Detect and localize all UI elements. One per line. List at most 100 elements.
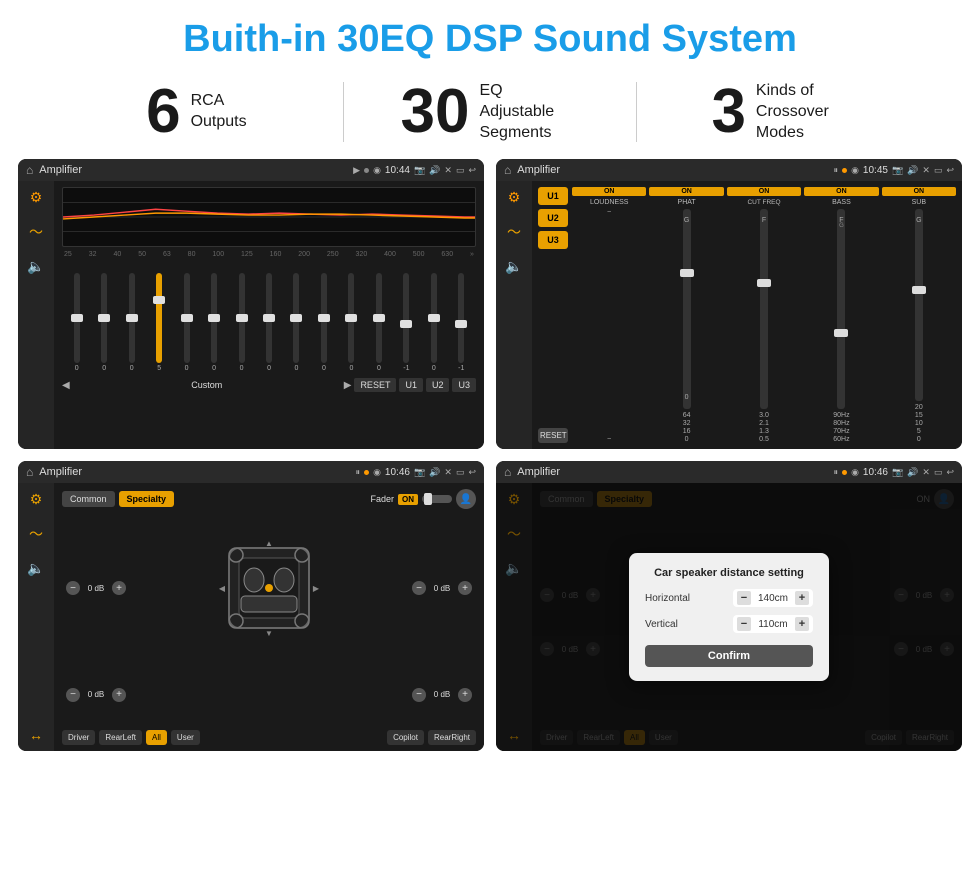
status-time-3: 10:46 — [385, 467, 410, 478]
btn-user-3[interactable]: User — [171, 730, 200, 745]
eq-u2-btn[interactable]: U2 — [426, 378, 450, 392]
db-plus-tl[interactable]: + — [112, 581, 126, 595]
close-icon-1: ✕ — [444, 165, 452, 176]
db-minus-bl[interactable]: − — [66, 688, 80, 702]
btn-rearleft-3[interactable]: RearLeft — [99, 730, 142, 745]
eq-u1-btn[interactable]: U1 — [399, 378, 423, 392]
eq-slider-8[interactable]: 0 — [284, 273, 309, 372]
sidebar-vol-icon-3[interactable]: 🔈 — [27, 560, 44, 577]
amp-ch-sub-toggle[interactable]: ON — [882, 187, 956, 196]
eq-reset-btn[interactable]: RESET — [354, 378, 396, 392]
profile-icon-3[interactable]: 👤 — [456, 489, 476, 509]
close-icon-2: ✕ — [922, 165, 930, 176]
tab-common-3[interactable]: Common — [62, 491, 115, 507]
amp-ch-sub-slider[interactable]: G — [915, 209, 923, 401]
db-minus-tl[interactable]: − — [66, 581, 80, 595]
location-icon-3: ◉ — [373, 467, 381, 478]
db-plus-br[interactable]: + — [458, 688, 472, 702]
amp-main: U1 U2 U3 RESET ON LOUDNESS ~~ ON — [532, 181, 962, 449]
amp-ch-cutfreq-toggle[interactable]: ON — [727, 187, 801, 196]
sidebar-wave-icon-3[interactable]: 〜 — [29, 524, 43, 544]
btn-rearright-3[interactable]: RearRight — [428, 730, 476, 745]
location-icon-4: ◉ — [851, 467, 859, 478]
dialog-minus-vertical[interactable]: − — [737, 617, 751, 631]
amp-preset-u1[interactable]: U1 — [538, 187, 568, 205]
stat-number-30: 30 — [401, 81, 470, 143]
amp-ch-phat-slider[interactable]: G 0 — [683, 209, 691, 409]
status-indicators-1: ▶ ◉ 10:44 📷 🔊 ✕ ▭ ↩ — [353, 165, 476, 176]
confirm-button[interactable]: Confirm — [645, 645, 813, 667]
screen-content-2: ⚙ 〜 🔈 U1 U2 U3 RESET ON LOUDNESS — [496, 181, 962, 449]
home-icon-3[interactable]: ⌂ — [26, 465, 33, 479]
amp-reset-btn[interactable]: RESET — [538, 428, 568, 443]
status-indicators-2: ⏸ ◉ 10:45 📷 🔊 ✕ ▭ ↩ — [834, 165, 954, 176]
eq-slider-7[interactable]: 0 — [256, 273, 281, 372]
dialog-plus-horizontal[interactable]: + — [795, 591, 809, 605]
eq-prev-arrow[interactable]: ◀ — [62, 380, 70, 391]
fader-slider-3[interactable] — [422, 495, 452, 503]
location-icon-2: ◉ — [851, 165, 859, 176]
screen-content-3: ⚙ 〜 🔈 ↔ Common Specialty Fader ON 👤 — [18, 483, 484, 751]
db-plus-tr[interactable]: + — [458, 581, 472, 595]
eq-slider-12[interactable]: -1 — [394, 273, 419, 372]
sidebar-eq-icon[interactable]: ⚙ — [30, 189, 43, 206]
screen-content-1: ⚙ 〜 🔈 — [18, 181, 484, 449]
dialog-minus-horizontal[interactable]: − — [737, 591, 751, 605]
eq-slider-3[interactable]: 5 — [146, 273, 171, 372]
amp-ch-cutfreq-slider[interactable]: F — [760, 209, 768, 409]
amp-ch-loudness-track: ~~ — [607, 209, 611, 443]
eq-slider-1[interactable]: 0 — [91, 273, 116, 372]
home-icon-2[interactable]: ⌂ — [504, 163, 511, 177]
eq-slider-14[interactable]: -1 — [449, 273, 474, 372]
sidebar-eq-icon-2[interactable]: ⚙ — [508, 189, 521, 206]
amp-ch-loudness-label: LOUDNESS — [590, 199, 629, 206]
status-dot-1 — [364, 168, 369, 173]
db-minus-br[interactable]: − — [412, 688, 426, 702]
sidebar-arr-icon-3[interactable]: ↔ — [29, 727, 43, 743]
amp-preset-u3[interactable]: U3 — [538, 231, 568, 249]
stat-crossover: 3 Kinds of Crossover Modes — [647, 81, 920, 143]
back-icon-1: ↩ — [468, 165, 476, 176]
eq-slider-2[interactable]: 0 — [119, 273, 144, 372]
fader-toggle-3[interactable]: ON — [398, 494, 418, 505]
dialog-row-horizontal: Horizontal − 140cm + — [645, 589, 813, 607]
eq-slider-13[interactable]: 0 — [421, 273, 446, 372]
eq-slider-10[interactable]: 0 — [339, 273, 364, 372]
eq-next-arrow[interactable]: ▶ — [344, 380, 352, 391]
sidebar-eq-icon-3[interactable]: ⚙ — [30, 491, 43, 508]
sidebar-wave-icon[interactable]: 〜 — [29, 222, 43, 242]
amp-ch-phat-toggle[interactable]: ON — [649, 187, 723, 196]
eq-slider-6[interactable]: 0 — [229, 273, 254, 372]
eq-slider-11[interactable]: 0 — [366, 273, 391, 372]
eq-slider-0[interactable]: 0 — [64, 273, 89, 372]
status-time-1: 10:44 — [385, 165, 410, 176]
home-icon-1[interactable]: ⌂ — [26, 163, 33, 177]
eq-slider-4[interactable]: 0 — [174, 273, 199, 372]
amp-ch-bass-toggle[interactable]: ON — [804, 187, 878, 196]
amp-ch-loudness-toggle[interactable]: ON — [572, 187, 646, 196]
volume-icon-4: 🔊 — [907, 467, 918, 478]
sidebar-vol-icon[interactable]: 🔈 — [27, 258, 44, 275]
amp-ch-bass-slider[interactable]: F G — [837, 209, 845, 409]
btn-all-3[interactable]: All — [146, 730, 167, 745]
sidebar-wave-icon-2[interactable]: 〜 — [507, 222, 521, 242]
sidebar-vol-icon-2[interactable]: 🔈 — [505, 258, 522, 275]
db-minus-tr[interactable]: − — [412, 581, 426, 595]
eq-u3-btn[interactable]: U3 — [452, 378, 476, 392]
btn-driver-3[interactable]: Driver — [62, 730, 95, 745]
home-icon-4[interactable]: ⌂ — [504, 465, 511, 479]
tab-specialty-3[interactable]: Specialty — [119, 491, 175, 507]
status-bar-1: ⌂ Amplifier ▶ ◉ 10:44 📷 🔊 ✕ ▭ ↩ — [18, 159, 484, 181]
btn-copilot-3[interactable]: Copilot — [387, 730, 424, 745]
amp-preset-u2[interactable]: U2 — [538, 209, 568, 227]
eq-slider-5[interactable]: 0 — [201, 273, 226, 372]
rect-icon-4: ▭ — [934, 467, 943, 478]
car-diagram: ▲ ▼ ◀ ▶ — [204, 538, 334, 638]
amp-ch-bass: ON BASS F G 90Hz80Hz70Hz60Hz — [804, 187, 878, 443]
status-bar-3: ⌂ Amplifier ⏸ ◉ 10:46 📷 🔊 ✕ ▭ ↩ — [18, 461, 484, 483]
db-plus-bl[interactable]: + — [112, 688, 126, 702]
play-icon: ▶ — [353, 165, 360, 176]
dialog-plus-vertical[interactable]: + — [795, 617, 809, 631]
eq-slider-9[interactable]: 0 — [311, 273, 336, 372]
amp-ch-sub-label: SUB — [912, 199, 926, 206]
